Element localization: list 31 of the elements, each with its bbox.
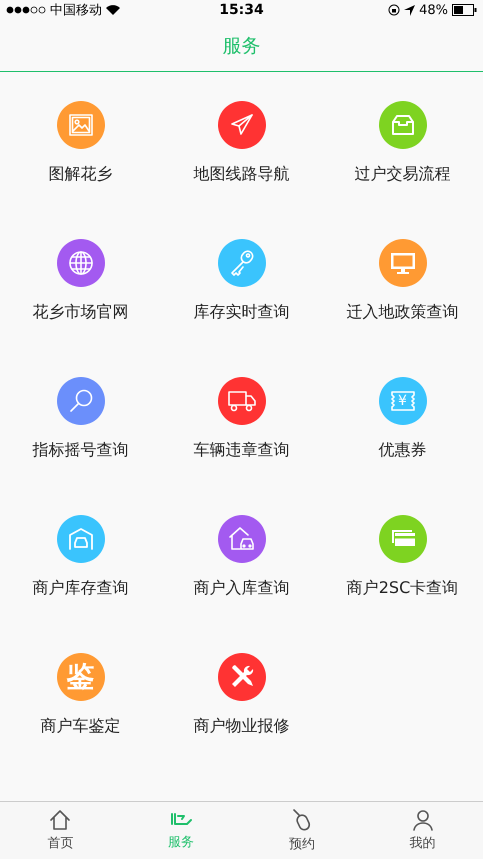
appraisal-glyph: 鉴: [66, 663, 94, 691]
carrier-name: 中国移动: [50, 2, 102, 19]
signal-icon: [6, 6, 46, 14]
service-label[interactable]: 指标摇号查询: [32, 440, 128, 461]
service-label[interactable]: 商户车鉴定: [40, 716, 120, 737]
yen-sign: ¥: [398, 393, 407, 409]
tab-bar-item[interactable]: 首页: [0, 802, 121, 859]
service-label[interactable]: 商户2SC卡查询: [346, 578, 458, 599]
service-label[interactable]: 商户库存查询: [32, 578, 128, 599]
page-title: 服务: [222, 34, 260, 58]
person-icon: [412, 809, 434, 831]
service-label[interactable]: 商户入库查询: [194, 578, 290, 599]
service-label[interactable]: 库存实时查询: [194, 302, 290, 323]
service-label[interactable]: 迁入地政策查询: [346, 302, 458, 323]
service-label[interactable]: 商户物业报修: [194, 716, 290, 737]
service-label[interactable]: 过户交易流程: [354, 164, 450, 185]
service-label[interactable]: 地图线路导航: [194, 164, 290, 185]
service-label[interactable]: 花乡市场官网: [32, 302, 128, 323]
home-icon: [49, 809, 72, 831]
service-label[interactable]: 图解花乡: [48, 164, 112, 185]
battery-icon: [452, 4, 477, 16]
service-label[interactable]: 优惠券: [378, 440, 426, 461]
rotation-lock-icon: [388, 4, 400, 16]
tab-bar-item[interactable]: 我的: [362, 802, 483, 859]
tab-bar-item[interactable]: 预约: [242, 802, 362, 859]
battery-percent: 48%: [419, 2, 448, 18]
wifi-icon: [106, 5, 120, 15]
status-time: 15:34: [219, 2, 264, 18]
mouse-icon: [290, 808, 313, 832]
location-arrow-icon: [404, 4, 416, 16]
service-label[interactable]: 车辆违章查询: [194, 440, 290, 461]
